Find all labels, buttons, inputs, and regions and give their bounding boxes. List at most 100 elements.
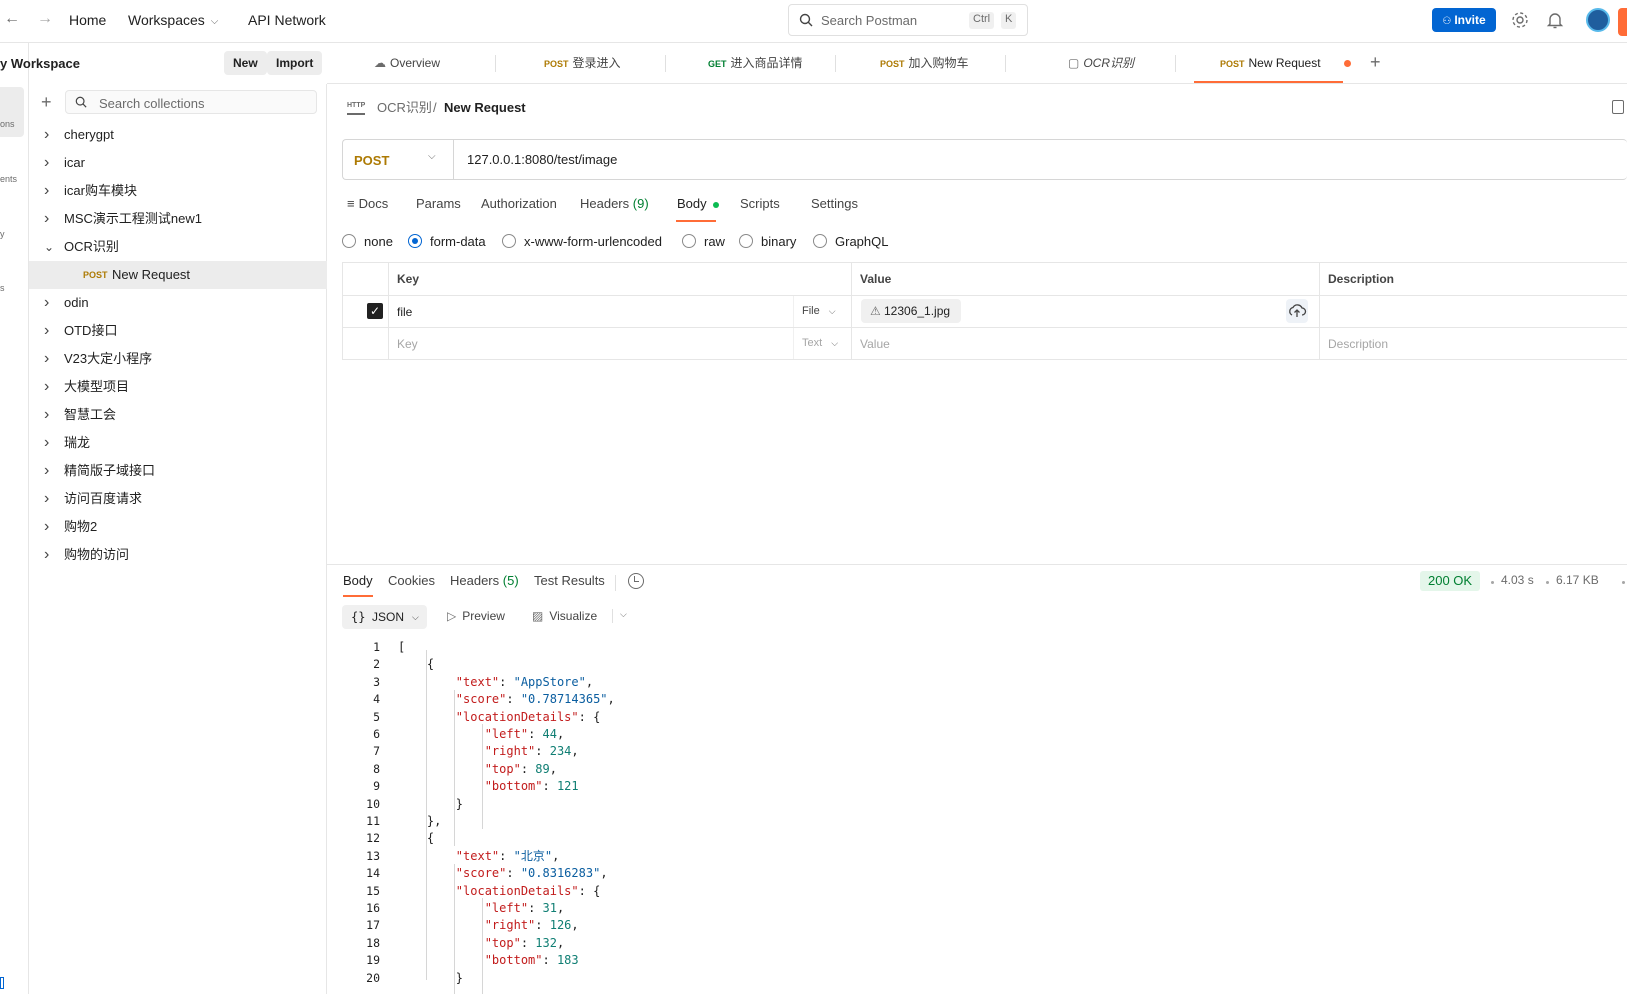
forward-arrow-icon[interactable]: → <box>37 10 53 28</box>
tab-settings[interactable]: Settings <box>811 196 858 211</box>
radio-none[interactable] <box>342 234 356 248</box>
radio-graphql[interactable] <box>813 234 827 248</box>
collection-item[interactable]: ⌄ OCR识别 <box>29 233 327 261</box>
chevron-right-icon[interactable]: › <box>44 177 54 205</box>
tab-product-detail[interactable]: GET 进入商品详情 <box>708 43 803 84</box>
collection-item[interactable]: › 大模型项目 <box>29 373 327 401</box>
tab-overview[interactable]: ☁ Overview <box>374 43 440 84</box>
history-icon[interactable] <box>628 573 644 589</box>
new-key-input[interactable]: Key <box>397 337 418 351</box>
chevron-right-icon[interactable]: › <box>44 457 54 485</box>
nav-api-network[interactable]: API Network <box>248 12 326 28</box>
collection-item[interactable]: › icar购车模块 <box>29 177 327 205</box>
response-divider[interactable] <box>327 564 1627 565</box>
collection-item[interactable]: › 购物的访问 <box>29 541 327 569</box>
type-select[interactable]: File ⌵ <box>802 305 836 317</box>
row-divider <box>343 327 1627 328</box>
new-value-input[interactable]: Value <box>860 337 890 351</box>
collections-search-input[interactable]: Search collections <box>65 90 317 114</box>
nav-workspaces[interactable]: Workspaces ⌵ <box>128 12 218 28</box>
response-tab-body[interactable]: Body <box>343 573 373 588</box>
avatar[interactable] <box>1586 8 1610 32</box>
radio-urlencoded[interactable] <box>502 234 516 248</box>
response-size[interactable]: 6.17 KB <box>1556 573 1599 587</box>
import-button[interactable]: Import <box>267 51 323 75</box>
cloud-upload-icon[interactable] <box>1286 299 1308 323</box>
gear-icon[interactable] <box>1510 10 1530 30</box>
upgrade-button[interactable] <box>1618 8 1627 36</box>
chevron-down-icon[interactable]: ⌵ <box>620 609 627 620</box>
status-badge[interactable]: 200 OK <box>1420 571 1481 591</box>
preview-button[interactable]: ▷ Preview <box>447 609 505 623</box>
rail-item-collections[interactable] <box>0 87 24 137</box>
file-chip[interactable]: ⚠ 12306_1.jpg <box>861 299 961 323</box>
collection-item[interactable]: › 购物2 <box>29 513 327 541</box>
request-item[interactable]: POST New Request <box>29 261 327 289</box>
chevron-down-icon[interactable]: ⌄ <box>44 233 54 261</box>
tab-login[interactable]: POST 登录进入 <box>544 43 621 84</box>
rail-bottom-icon[interactable] <box>0 977 4 989</box>
url-input[interactable]: 127.0.0.1:8080/test/image <box>467 152 617 167</box>
chevron-right-icon[interactable]: › <box>44 149 54 177</box>
chevron-right-icon[interactable]: › <box>44 401 54 429</box>
response-tab-cookies[interactable]: Cookies <box>388 573 435 588</box>
new-tab-plus-icon[interactable]: + <box>1370 52 1381 73</box>
back-arrow-icon[interactable]: ← <box>4 10 20 28</box>
visualize-button[interactable]: ▨ Visualize <box>532 609 597 623</box>
tab-body[interactable]: Body <box>677 196 707 211</box>
collection-item[interactable]: › 智慧工会 <box>29 401 327 429</box>
chevron-right-icon[interactable]: › <box>44 513 54 541</box>
radio-binary[interactable] <box>739 234 753 248</box>
row-enabled-checkbox[interactable]: ✓ <box>367 303 383 319</box>
chevron-right-icon[interactable]: › <box>44 541 54 569</box>
collection-item[interactable]: › icar <box>29 149 327 177</box>
response-tab-headers[interactable]: Headers (5) <box>450 573 519 588</box>
collection-item[interactable]: › 瑞龙 <box>29 429 327 457</box>
collection-item[interactable]: › 精简版子域接口 <box>29 457 327 485</box>
chevron-right-icon[interactable]: › <box>44 345 54 373</box>
chevron-right-icon[interactable]: › <box>44 317 54 345</box>
tab-params[interactable]: Params <box>416 196 461 211</box>
tab-scripts[interactable]: Scripts <box>740 196 780 211</box>
save-icon[interactable] <box>1612 100 1624 114</box>
tab-docs[interactable]: ≡ Docs <box>347 196 388 211</box>
collection-item[interactable]: › cherygpt <box>29 121 327 149</box>
method-select[interactable]: POST ⌵ <box>343 140 454 179</box>
collection-item[interactable]: › V23大定小程序 <box>29 345 327 373</box>
chevron-right-icon[interactable]: › <box>44 373 54 401</box>
response-time[interactable]: 4.03 s <box>1501 573 1534 587</box>
collection-item[interactable]: › MSC演示工程测试new1 <box>29 205 327 233</box>
chevron-right-icon[interactable]: › <box>44 485 54 513</box>
chevron-right-icon[interactable]: › <box>44 121 54 149</box>
invite-button[interactable]: ⚇ Invite <box>1432 8 1496 32</box>
key-input[interactable]: file <box>397 305 412 319</box>
tab-add-cart[interactable]: POST 加入购物车 <box>880 43 969 84</box>
chevron-right-icon[interactable]: › <box>44 289 54 317</box>
chevron-right-icon[interactable]: › <box>44 429 54 457</box>
tab-new-request[interactable]: POST New Request <box>1220 43 1321 84</box>
column-header-description: Description <box>1328 272 1395 286</box>
collection-item[interactable]: › OTD接口 <box>29 317 327 345</box>
bell-icon[interactable] <box>1545 10 1565 30</box>
tab-authorization[interactable]: Authorization <box>481 196 557 211</box>
plus-icon[interactable]: + <box>41 93 52 111</box>
chevron-right-icon[interactable]: › <box>44 205 54 233</box>
new-button[interactable]: New <box>224 51 267 75</box>
workspace-title[interactable]: y Workspace <box>0 56 80 71</box>
global-search-input[interactable]: Search Postman Ctrl K <box>788 4 1028 36</box>
request-tabs-bar: ☁ Overview POST 登录进入 GET 进入商品详情 POST 加入购物车 ▢… <box>327 43 1627 84</box>
breadcrumb-current[interactable]: New Request <box>444 96 526 120</box>
new-type-select[interactable]: Text ⌵ <box>802 337 838 349</box>
radio-form-data[interactable] <box>408 234 422 248</box>
new-description-input[interactable]: Description <box>1328 337 1388 351</box>
tab-ocr[interactable]: ▢ OCR识别 <box>1068 43 1134 84</box>
collection-item[interactable]: › 访问百度请求 <box>29 485 327 513</box>
nav-home[interactable]: Home <box>69 12 106 28</box>
breadcrumb-parent[interactable]: OCR识别 <box>377 96 432 120</box>
response-body-editor[interactable]: 1 [2 {3 "text": "AppStore", 4 "score": "0.… <box>342 638 1627 994</box>
response-tab-test-results[interactable]: Test Results <box>534 573 605 588</box>
radio-raw[interactable] <box>682 234 696 248</box>
tab-headers[interactable]: Headers (9) <box>580 196 649 211</box>
collection-item[interactable]: › odin <box>29 289 327 317</box>
response-format-select[interactable]: {} JSON ⌵ <box>342 605 427 629</box>
